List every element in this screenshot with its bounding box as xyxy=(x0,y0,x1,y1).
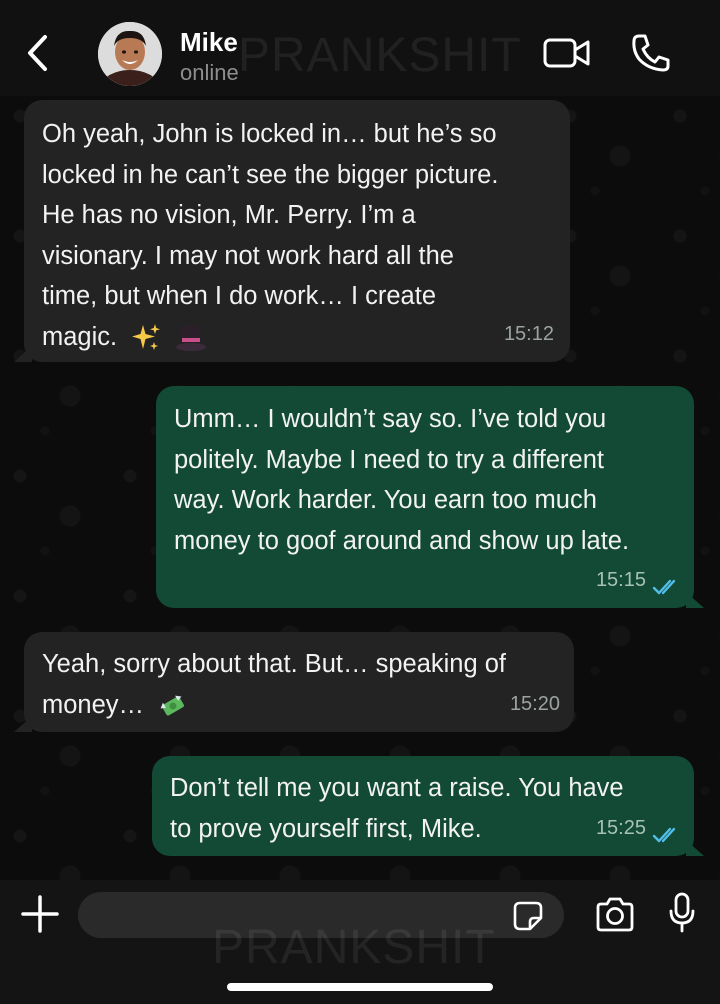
top-hat-icon xyxy=(176,325,207,351)
message-text: Yeah, sorry about that. But… speaking of… xyxy=(42,650,507,719)
avatar[interactable] xyxy=(98,22,162,86)
video-camera-icon xyxy=(543,38,590,68)
microphone-icon xyxy=(669,892,695,933)
bubble-tail xyxy=(14,716,32,732)
message-text: Oh yeah, John is locked in… but he’s so … xyxy=(42,120,499,351)
message-time: 15:20 xyxy=(509,692,560,715)
money-with-wings-icon xyxy=(160,695,185,716)
plus-icon xyxy=(21,895,59,933)
chevron-left-icon xyxy=(28,35,47,71)
avatar-image xyxy=(98,22,162,86)
read-receipt-icon xyxy=(652,579,676,595)
bubble-tail xyxy=(686,592,704,608)
read-receipt-icon xyxy=(652,827,676,843)
contact-status: online xyxy=(180,60,239,85)
message-time: 15:12 xyxy=(503,322,554,345)
message-bubble-incoming[interactable]: Oh yeah, John is locked in… but he’s so … xyxy=(14,100,570,362)
emoji-gap xyxy=(161,323,175,351)
sparkles-icon xyxy=(132,323,161,350)
emoji-gap xyxy=(117,323,131,351)
message-time: 15:15 xyxy=(595,568,646,591)
message-bubble-outgoing[interactable]: Don’t tell me you want a raise. You have… xyxy=(152,756,704,856)
video-call-button[interactable] xyxy=(542,34,592,72)
watermark: PRANKSHIT xyxy=(238,29,522,82)
voice-call-button[interactable] xyxy=(630,32,672,74)
message-bubble-incoming[interactable]: Yeah, sorry about that. But… speaking of… xyxy=(14,632,574,732)
attach-button[interactable] xyxy=(20,894,60,934)
sticker-icon xyxy=(513,901,543,931)
chat-header: Mike online PRANKSHIT xyxy=(0,0,720,96)
watermark-bottom: PRANKSHIT xyxy=(212,921,496,974)
bubble-tail xyxy=(14,346,32,362)
camera-button[interactable] xyxy=(594,896,636,934)
bubble-tail xyxy=(686,840,704,856)
emoji-gap xyxy=(144,691,158,719)
message-text: Don’t tell me you want a raise. You have… xyxy=(170,774,624,843)
contact-name[interactable]: Mike xyxy=(180,27,238,58)
sticker-button[interactable] xyxy=(512,900,544,932)
message-bubble-outgoing[interactable]: Umm… I wouldn’t say so. I’ve told you po… xyxy=(156,386,704,608)
camera-icon xyxy=(596,897,634,932)
message-time: 15:25 xyxy=(595,816,646,839)
phone-icon xyxy=(632,34,670,72)
home-indicator[interactable] xyxy=(227,983,493,991)
back-button[interactable] xyxy=(18,30,58,76)
chat-screen: Mike online PRANKSHIT PRANKSHIT Oh yeah,… xyxy=(0,0,720,1004)
microphone-button[interactable] xyxy=(668,892,696,934)
message-text: Umm… I wouldn’t say so. I’ve told you po… xyxy=(174,405,630,555)
